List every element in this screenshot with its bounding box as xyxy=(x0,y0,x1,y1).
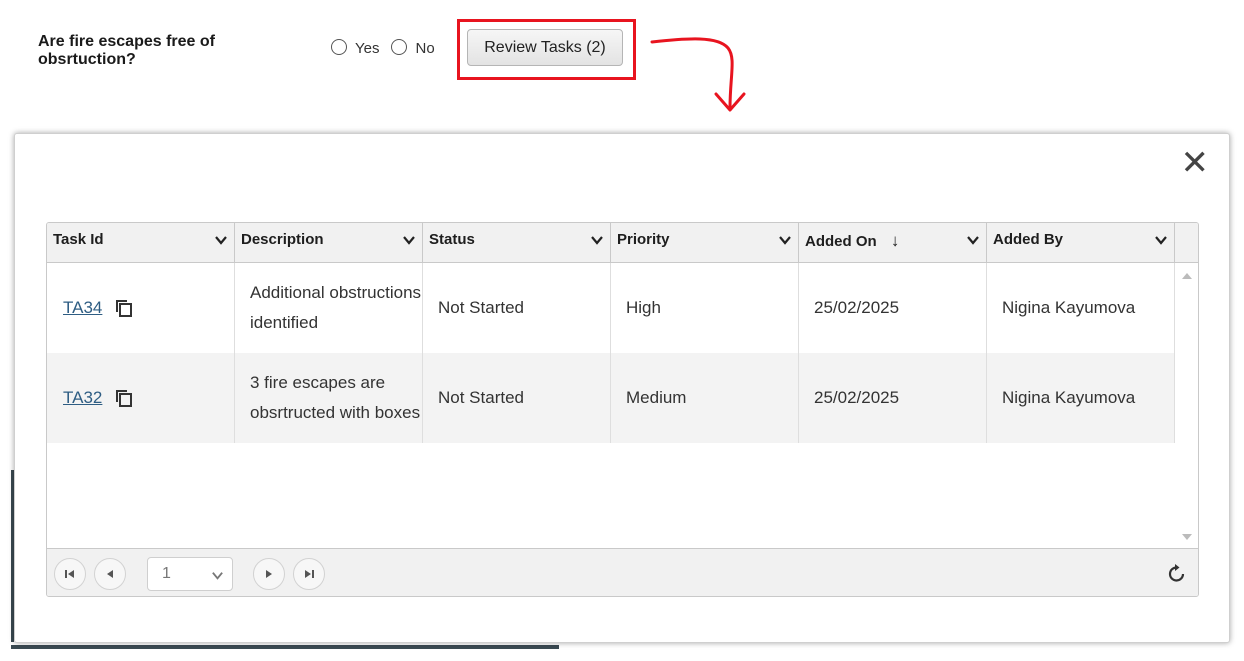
column-header-added-on[interactable]: Added On ↓ xyxy=(799,223,987,263)
column-header-description[interactable]: Description xyxy=(235,223,423,263)
column-header-status[interactable]: Status xyxy=(423,223,611,263)
column-header-priority[interactable]: Priority xyxy=(611,223,799,263)
copy-icon[interactable] xyxy=(114,298,134,318)
chevron-down-icon xyxy=(212,572,223,580)
radio-no-label[interactable]: No xyxy=(415,36,434,57)
copy-icon[interactable] xyxy=(114,388,134,408)
task-id-cell: TA32 xyxy=(47,353,235,443)
scroll-up-icon[interactable] xyxy=(1182,273,1192,279)
first-page-button[interactable] xyxy=(54,558,86,590)
priority-cell: High xyxy=(611,263,799,353)
page: Are fire escapes free of obsrtuction? Ye… xyxy=(0,0,1244,661)
column-header-added-by[interactable]: Added By xyxy=(987,223,1175,263)
vertical-scrollbar[interactable] xyxy=(1175,263,1198,548)
column-header-task-id[interactable]: Task Id xyxy=(47,223,235,263)
last-page-button[interactable] xyxy=(293,558,325,590)
page-number-value: 1 xyxy=(162,565,171,582)
header-filler xyxy=(1175,223,1198,263)
column-header-label: Description xyxy=(241,231,324,248)
added-by-cell: Nigina Kayumova xyxy=(987,353,1175,443)
chevron-down-icon[interactable] xyxy=(966,233,980,247)
background-page-edge xyxy=(11,645,559,649)
added-by-cell: Nigina Kayumova xyxy=(987,263,1175,353)
next-page-button[interactable] xyxy=(253,558,285,590)
grid-body: TA34 Additional obstructions identified … xyxy=(47,263,1175,548)
added-on-cell: 25/02/2025 xyxy=(799,353,987,443)
column-header-label: Added By xyxy=(993,231,1064,248)
chevron-down-icon[interactable] xyxy=(214,233,228,247)
description-cell: Additional obstructions identified xyxy=(235,263,423,353)
grid-pager: 1 xyxy=(47,548,1198,596)
review-tasks-button[interactable]: Review Tasks (2) xyxy=(467,29,623,66)
priority-cell: Medium xyxy=(611,353,799,443)
previous-page-icon xyxy=(107,570,113,578)
review-tasks-modal: ✕ Task Id Description Status Priority Ad… xyxy=(14,133,1230,643)
radio-yes-label[interactable]: Yes xyxy=(355,36,379,57)
chevron-down-icon[interactable] xyxy=(778,233,792,247)
task-id-link[interactable]: TA34 xyxy=(63,293,102,323)
column-header-label: Priority xyxy=(617,231,670,248)
page-number-select[interactable]: 1 xyxy=(147,557,233,591)
status-cell: Not Started xyxy=(423,263,611,353)
sort-descending-icon[interactable]: ↓ xyxy=(891,231,900,251)
radio-yes[interactable] xyxy=(331,38,347,55)
added-on-cell: 25/02/2025 xyxy=(799,263,987,353)
last-page-icon xyxy=(305,570,314,578)
refresh-icon[interactable] xyxy=(1166,563,1188,585)
tasks-grid: Task Id Description Status Priority Adde… xyxy=(46,222,1199,597)
column-header-label: Status xyxy=(429,231,475,248)
previous-page-button[interactable] xyxy=(94,558,126,590)
task-id-link[interactable]: TA32 xyxy=(63,383,102,413)
radio-no[interactable] xyxy=(391,38,408,55)
column-header-label: Added On xyxy=(805,233,877,250)
first-page-icon xyxy=(65,570,74,578)
column-header-label: Task Id xyxy=(53,231,104,248)
close-icon[interactable]: ✕ xyxy=(1181,146,1210,180)
status-cell: Not Started xyxy=(423,353,611,443)
table-row[interactable]: TA34 Additional obstructions identified … xyxy=(47,263,1175,353)
answer-radio-group: Yes No xyxy=(331,36,447,57)
task-id-cell: TA34 xyxy=(47,263,235,353)
question-label: Are fire escapes free of obsrtuction? xyxy=(38,33,215,68)
scroll-down-icon[interactable] xyxy=(1182,534,1192,540)
table-row[interactable]: TA32 3 fire escapes are obsrtructed with… xyxy=(47,353,1175,443)
description-cell: 3 fire escapes are obsrtructed with boxe… xyxy=(235,353,423,443)
grid-header: Task Id Description Status Priority Adde… xyxy=(47,223,1175,263)
chevron-down-icon[interactable] xyxy=(590,233,604,247)
chevron-down-icon[interactable] xyxy=(402,233,416,247)
next-page-icon xyxy=(266,570,272,578)
annotation-arrow-icon xyxy=(650,37,746,112)
chevron-down-icon[interactable] xyxy=(1154,233,1168,247)
